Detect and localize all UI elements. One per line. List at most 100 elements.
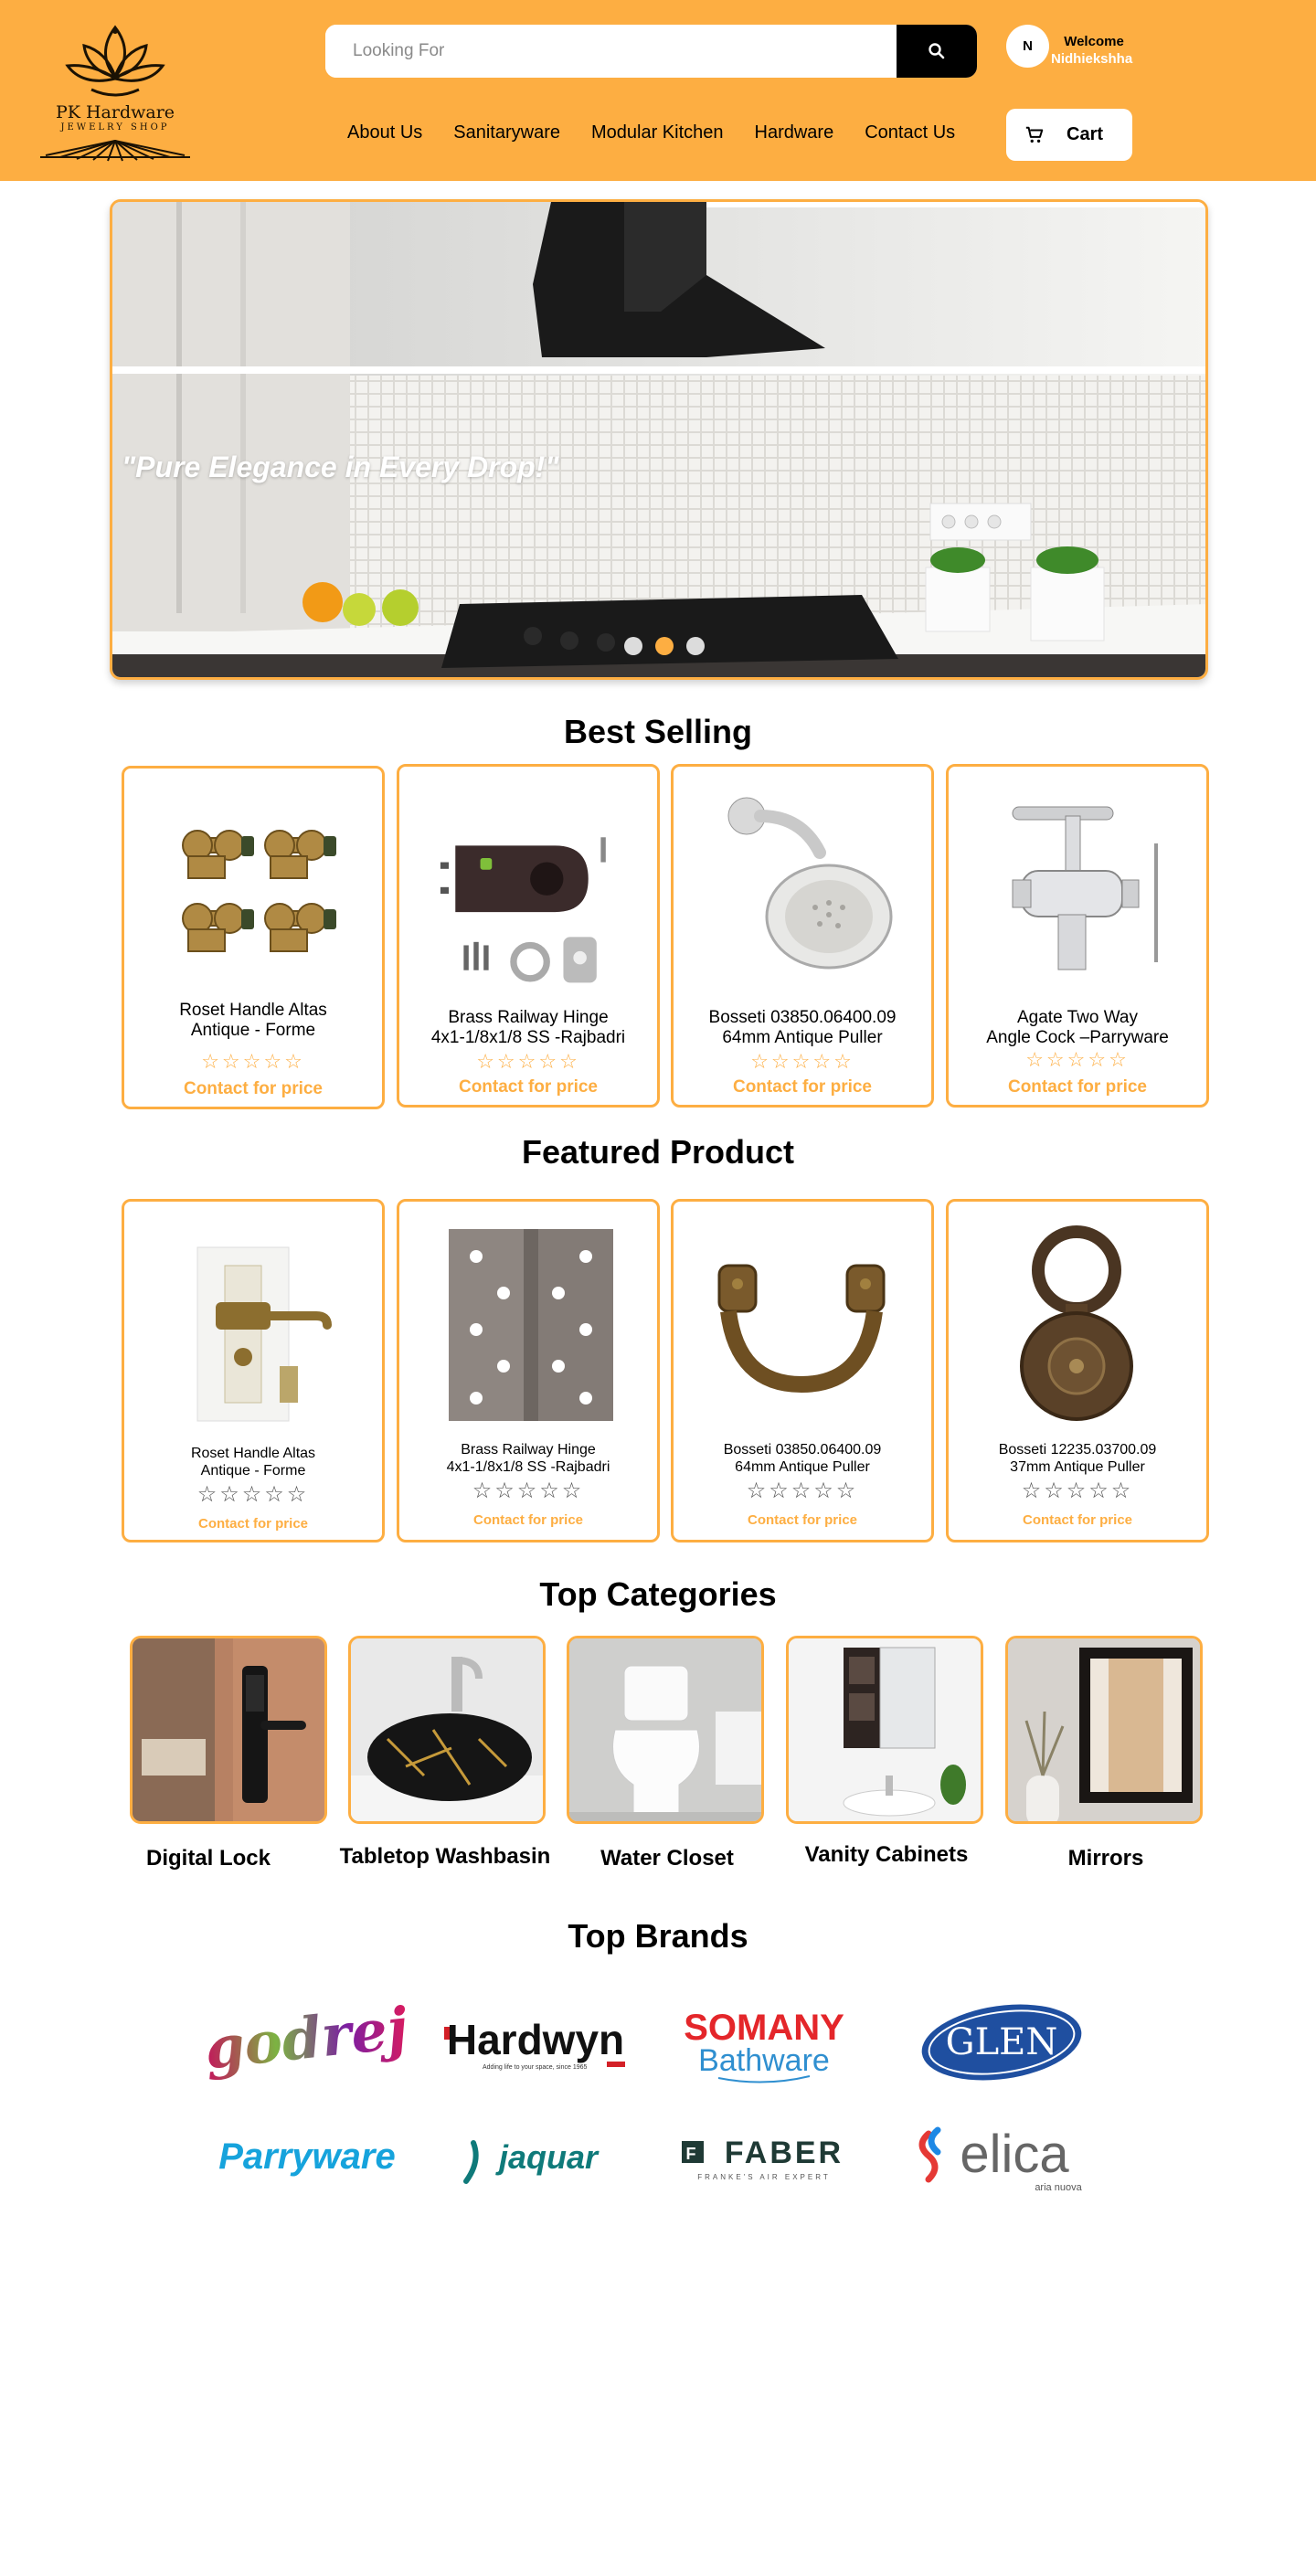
top-categories-title: Top Categories [539, 1575, 777, 1613]
rating-stars-icon[interactable]: ☆☆☆☆☆ [124, 1050, 382, 1074]
rating-stars-icon[interactable]: ☆☆☆☆☆ [949, 1048, 1206, 1072]
rating-stars-icon[interactable]: ☆☆☆☆☆ [674, 1478, 931, 1504]
product-image-mortise-lock [196, 1246, 332, 1422]
brand-elica[interactable]: elica aria nuova [901, 2106, 1102, 2207]
rating-stars-icon[interactable]: ☆☆☆☆☆ [399, 1478, 657, 1504]
product-card[interactable]: Bosseti 03850.06400.09 64mm Antique Pull… [671, 1199, 934, 1542]
category-digital-lock[interactable] [130, 1636, 327, 1824]
product-name: Roset Handle Altas Antique - Forme [190, 1446, 316, 1479]
category-vanity-cabinets[interactable] [786, 1636, 983, 1824]
product-card[interactable]: Bosseti 03850.06400.09 64mm Antique Pull… [671, 764, 934, 1108]
product-image-angle-cock [1012, 806, 1158, 970]
contact-for-price-link[interactable]: Contact for price [124, 1516, 382, 1532]
svg-text:SOMANY: SOMANY [684, 2008, 844, 2048]
welcome-label: Welcome [1064, 34, 1124, 49]
user-avatar[interactable]: N [1006, 25, 1049, 68]
product-card[interactable]: Roset Handle Altas Antique - Forme ☆☆☆☆☆… [122, 766, 385, 1109]
contact-for-price-link[interactable]: Contact for price [399, 1512, 657, 1528]
featured-product-title: Featured Product [521, 1133, 795, 1171]
contact-for-price-link[interactable]: Contact for price [674, 1077, 931, 1097]
product-card[interactable]: Bosseti 12235.03700.09 37mm Antique Pull… [946, 1199, 1209, 1542]
product-name: Brass Railway Hinge 4x1-1/8x1/8 SS -Rajb… [446, 1442, 610, 1475]
hero-tagline: "Pure Elegance in Every Drop!" [122, 451, 559, 483]
svg-text:aria nuova: aria nuova [1035, 2182, 1082, 2193]
carousel-dot-active[interactable] [655, 637, 674, 655]
elica-logo: elica aria nuova [918, 2125, 1083, 2193]
rating-stars-icon[interactable]: ☆☆☆☆☆ [124, 1481, 382, 1508]
nav-about-us[interactable]: About Us [347, 122, 422, 143]
carousel-dot[interactable] [624, 637, 642, 655]
contact-for-price-link[interactable]: Contact for price [674, 1512, 931, 1528]
brand-godrej[interactable]: godrej [207, 1992, 408, 2093]
search-button[interactable] [897, 25, 977, 78]
contact-for-price-link[interactable]: Contact for price [124, 1079, 382, 1099]
svg-text:Parryware: Parryware [218, 2136, 395, 2177]
contact-for-price-link[interactable]: Contact for price [949, 1077, 1206, 1097]
rating-stars-icon[interactable]: ☆☆☆☆☆ [399, 1050, 657, 1074]
cart-button[interactable]: Cart [1006, 109, 1132, 161]
lotus-logo-icon [40, 25, 190, 162]
brand-glen[interactable]: GLEN [901, 1992, 1102, 2093]
glen-logo: GLEN [921, 2004, 1082, 2081]
product-image-ring-puller [1020, 1225, 1133, 1421]
svg-text:FRANKE'S AIR EXPERT: FRANKE'S AIR EXPERT [697, 2173, 831, 2181]
rating-stars-icon[interactable]: ☆☆☆☆☆ [674, 1050, 931, 1074]
main-nav: About Us Sanitaryware Modular Kitchen Ha… [347, 122, 986, 143]
nav-sanitaryware[interactable]: Sanitaryware [453, 122, 560, 143]
mirror-image [1008, 1638, 1200, 1821]
rating-stars-icon[interactable]: ☆☆☆☆☆ [949, 1478, 1206, 1504]
product-card[interactable]: Roset Handle Altas Antique - Forme ☆☆☆☆☆… [122, 1199, 385, 1542]
product-name: Agate Two Way Angle Cock –Parryware [986, 1008, 1169, 1047]
category-label[interactable]: Mirrors [996, 1846, 1215, 1871]
category-label[interactable]: Vanity Cabinets [777, 1842, 996, 1868]
nav-hardware[interactable]: Hardware [755, 122, 834, 143]
contact-for-price-link[interactable]: Contact for price [949, 1512, 1206, 1528]
product-card[interactable]: Agate Two Way Angle Cock –Parryware ☆☆☆☆… [946, 764, 1209, 1108]
hardwyn-logo: Hardwyn Adding life to your space, since… [444, 2016, 625, 2071]
product-card[interactable]: Brass Railway Hinge 4x1-1/8x1/8 SS -Rajb… [397, 764, 660, 1108]
search-input[interactable] [325, 25, 898, 78]
category-label[interactable]: Water Closet [557, 1846, 777, 1871]
brand-parryware[interactable]: Parryware [207, 2106, 408, 2207]
svg-text:godrej: godrej [207, 1995, 408, 2083]
product-card[interactable]: Brass Railway Hinge 4x1-1/8x1/8 SS -Rajb… [397, 1199, 660, 1542]
digital-lock-image [133, 1638, 324, 1821]
hero-banner: "Pure Elegance in Every Drop!" [110, 199, 1208, 680]
vanity-cabinet-image [789, 1638, 981, 1821]
product-image-antique-puller [717, 1264, 886, 1394]
product-image-hinge [449, 1229, 613, 1421]
kitchen-hero-image [112, 202, 1205, 677]
godrej-logo: godrej [207, 1995, 408, 2083]
somany-logo: SOMANY Bathware [684, 2008, 844, 2083]
washbasin-image [351, 1638, 543, 1821]
product-name: Bosseti 12235.03700.09 37mm Antique Pull… [998, 1442, 1157, 1475]
logo[interactable]: PK Hardware JEWELRY SHOP [37, 18, 194, 164]
brand-hardwyn[interactable]: Hardwyn Adding life to your space, since… [435, 1992, 636, 2093]
category-label[interactable]: Digital Lock [99, 1846, 318, 1871]
svg-text:elica: elica [960, 2125, 1069, 2184]
nav-modular-kitchen[interactable]: Modular Kitchen [591, 122, 724, 143]
svg-text:GLEN: GLEN [946, 2021, 1058, 2063]
product-name: Roset Handle Altas Antique - Forme [179, 1001, 327, 1040]
jaquar-logo: jaquar [463, 2138, 600, 2184]
brand-faber[interactable]: F FABER FRANKE'S AIR EXPERT [663, 2106, 865, 2207]
nav-contact-us[interactable]: Contact Us [865, 122, 955, 143]
category-mirrors[interactable] [1005, 1636, 1203, 1824]
category-tabletop-washbasin[interactable] [348, 1636, 546, 1824]
svg-text:Adding life to your space, sin: Adding life to your space, since 1965 [483, 2064, 588, 2071]
brand-somany[interactable]: SOMANY Bathware [663, 1992, 865, 2093]
faber-logo: F FABER FRANKE'S AIR EXPERT [682, 2136, 844, 2181]
logo-name: PK Hardware [55, 102, 175, 122]
category-label[interactable]: Tabletop Washbasin [335, 1844, 555, 1870]
user-name: Nidhiekshha [1051, 51, 1133, 67]
svg-text:F: F [686, 2145, 696, 2163]
svg-text:FABER: FABER [725, 2136, 844, 2170]
cart-label: Cart [1067, 124, 1104, 144]
contact-for-price-link[interactable]: Contact for price [399, 1077, 657, 1097]
cart-icon [1025, 126, 1044, 143]
product-name: Bosseti 03850.06400.09 64mm Antique Pull… [708, 1008, 897, 1047]
site-header: PK Hardware JEWELRY SHOP N Welcome Nidhi… [0, 0, 1316, 181]
carousel-dot[interactable] [686, 637, 705, 655]
category-water-closet[interactable] [567, 1636, 764, 1824]
brand-jaquar[interactable]: jaquar [435, 2106, 636, 2207]
